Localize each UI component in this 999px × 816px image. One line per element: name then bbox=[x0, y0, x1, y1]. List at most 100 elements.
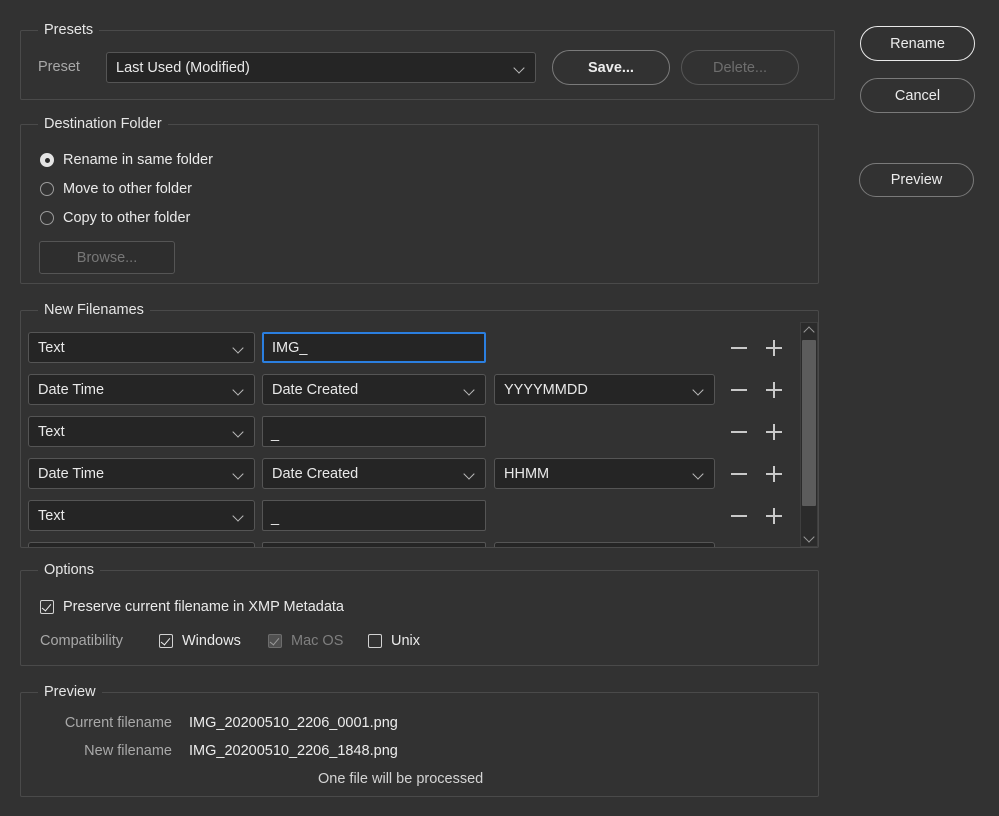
filename-row-5-text-value: _ bbox=[271, 510, 280, 526]
chevron-down-icon bbox=[233, 510, 245, 522]
new-filename-value: IMG_20200510_2206_1848.png bbox=[189, 743, 398, 759]
compat-macos-label: Mac OS bbox=[291, 633, 344, 649]
preview-status-text: One file will be processed bbox=[318, 771, 484, 787]
filename-row-3-text-value: _ bbox=[271, 426, 280, 442]
filename-row-4-remove-button[interactable] bbox=[728, 463, 750, 485]
chevron-down-icon bbox=[233, 342, 245, 354]
compat-unix-label: Unix bbox=[391, 633, 421, 649]
filename-row-1-type-select[interactable]: Text bbox=[28, 332, 255, 363]
radio-indicator bbox=[40, 211, 54, 225]
filename-row-2-format-select[interactable]: YYYYMMDD bbox=[494, 374, 715, 405]
radio-label: Move to other folder bbox=[63, 181, 192, 197]
chevron-down-icon bbox=[693, 468, 705, 480]
filename-row-1-add-button[interactable] bbox=[763, 337, 785, 359]
chevron-down-icon bbox=[233, 384, 245, 396]
new-filenames-rows: Text IMG_ Date Time Date Created YYYYMMD… bbox=[21, 322, 818, 547]
presets-group-title: Presets bbox=[38, 22, 100, 38]
filename-row-2-add-button[interactable] bbox=[763, 379, 785, 401]
radio-move-to-other-folder[interactable]: Move to other folder bbox=[40, 181, 192, 197]
chevron-down-icon bbox=[464, 468, 476, 480]
scrollbar-thumb[interactable] bbox=[802, 340, 816, 506]
current-filename-value: IMG_20200510_2206_0001.png bbox=[189, 715, 398, 731]
scroll-down-arrow-icon[interactable] bbox=[801, 530, 817, 546]
checkbox-indicator bbox=[40, 600, 54, 614]
filename-row-5-remove-button[interactable] bbox=[728, 505, 750, 527]
checkbox-indicator bbox=[368, 634, 382, 648]
preview-group-title: Preview bbox=[38, 684, 102, 700]
filename-row-3-type-select[interactable]: Text bbox=[28, 416, 255, 447]
preset-label: Preset bbox=[38, 59, 80, 75]
minus-icon bbox=[731, 431, 747, 433]
filename-row-5-text-input[interactable]: _ bbox=[262, 500, 486, 531]
preserve-filename-label: Preserve current filename in XMP Metadat… bbox=[63, 599, 345, 615]
current-filename-label: Current filename bbox=[64, 715, 172, 731]
filename-row-4-type-select[interactable]: Date Time bbox=[28, 458, 255, 489]
minus-icon bbox=[731, 515, 747, 517]
destination-folder-group-title: Destination Folder bbox=[38, 116, 168, 132]
filename-row-6-type-select[interactable] bbox=[28, 542, 255, 547]
filename-row-2-format-value: YYYYMMDD bbox=[504, 381, 588, 398]
chevron-down-icon bbox=[693, 384, 705, 396]
filename-row-4-source-value: Date Created bbox=[272, 465, 359, 482]
filename-row-5-type-select[interactable]: Text bbox=[28, 500, 255, 531]
minus-icon bbox=[731, 473, 747, 475]
filename-row-3-add-button[interactable] bbox=[763, 421, 785, 443]
radio-copy-to-other-folder[interactable]: Copy to other folder bbox=[40, 210, 190, 226]
compat-windows-label: Windows bbox=[182, 633, 241, 649]
filename-row-2-type-value: Date Time bbox=[38, 381, 105, 398]
filename-row-6-format-select[interactable] bbox=[494, 542, 715, 547]
new-filenames-group-title: New Filenames bbox=[38, 302, 150, 318]
preserve-filename-checkbox[interactable]: Preserve current filename in XMP Metadat… bbox=[40, 599, 344, 615]
radio-label: Copy to other folder bbox=[63, 210, 191, 226]
filename-row-2-source-select[interactable]: Date Created bbox=[262, 374, 486, 405]
chevron-down-icon bbox=[464, 384, 476, 396]
minus-icon bbox=[731, 347, 747, 349]
filename-row-2-type-select[interactable]: Date Time bbox=[28, 374, 255, 405]
preset-select[interactable]: Last Used (Modified) bbox=[106, 52, 536, 83]
filename-row-4-format-select[interactable]: HHMM bbox=[494, 458, 715, 489]
filename-row-1-text-value: IMG_ bbox=[272, 339, 308, 356]
preset-select-value: Last Used (Modified) bbox=[116, 59, 250, 76]
filename-row-4-format-value: HHMM bbox=[504, 465, 550, 482]
filename-row-1-remove-button[interactable] bbox=[728, 337, 750, 359]
filename-row-4-type-value: Date Time bbox=[38, 465, 105, 482]
compatibility-label: Compatibility bbox=[40, 633, 123, 649]
batch-rename-dialog: Presets Preset Last Used (Modified) Save… bbox=[0, 0, 999, 816]
save-preset-button[interactable]: Save... bbox=[552, 50, 670, 85]
filename-row-5-add-button[interactable] bbox=[763, 505, 785, 527]
new-filenames-scrollbar[interactable] bbox=[800, 322, 818, 547]
filename-row-4-source-select[interactable]: Date Created bbox=[262, 458, 486, 489]
radio-label: Rename in same folder bbox=[63, 152, 213, 168]
filename-row-5-type-value: Text bbox=[38, 507, 65, 524]
browse-button: Browse... bbox=[39, 241, 175, 274]
compat-macos-checkbox: Mac OS bbox=[268, 633, 343, 649]
filename-row-3-remove-button[interactable] bbox=[728, 421, 750, 443]
preview-button[interactable]: Preview bbox=[859, 163, 974, 197]
checkbox-indicator bbox=[159, 634, 173, 648]
compat-windows-checkbox[interactable]: Windows bbox=[159, 633, 241, 649]
compat-unix-checkbox[interactable]: Unix bbox=[368, 633, 420, 649]
filename-row-1-type-value: Text bbox=[38, 339, 65, 356]
filename-row-1-text-input[interactable]: IMG_ bbox=[262, 332, 486, 363]
options-group-title: Options bbox=[38, 562, 100, 578]
rename-button[interactable]: Rename bbox=[860, 26, 975, 61]
filename-row-2-source-value: Date Created bbox=[272, 381, 359, 398]
radio-rename-in-same-folder[interactable]: Rename in same folder bbox=[40, 152, 213, 168]
filename-row-6-text-input[interactable] bbox=[262, 542, 486, 547]
scroll-up-arrow-icon[interactable] bbox=[801, 323, 817, 339]
chevron-down-icon bbox=[233, 426, 245, 438]
filename-row-3-text-input[interactable]: _ bbox=[262, 416, 486, 447]
minus-icon bbox=[731, 389, 747, 391]
delete-preset-button: Delete... bbox=[681, 50, 799, 85]
cancel-button[interactable]: Cancel bbox=[860, 78, 975, 113]
chevron-down-icon bbox=[233, 468, 245, 480]
radio-indicator bbox=[40, 182, 54, 196]
options-group: Options bbox=[20, 562, 819, 666]
checkbox-indicator bbox=[268, 634, 282, 648]
radio-indicator bbox=[40, 153, 54, 167]
chevron-down-icon bbox=[514, 62, 526, 74]
new-filename-label: New filename bbox=[84, 743, 172, 759]
filename-row-2-remove-button[interactable] bbox=[728, 379, 750, 401]
filename-row-3-type-value: Text bbox=[38, 423, 65, 440]
filename-row-4-add-button[interactable] bbox=[763, 463, 785, 485]
